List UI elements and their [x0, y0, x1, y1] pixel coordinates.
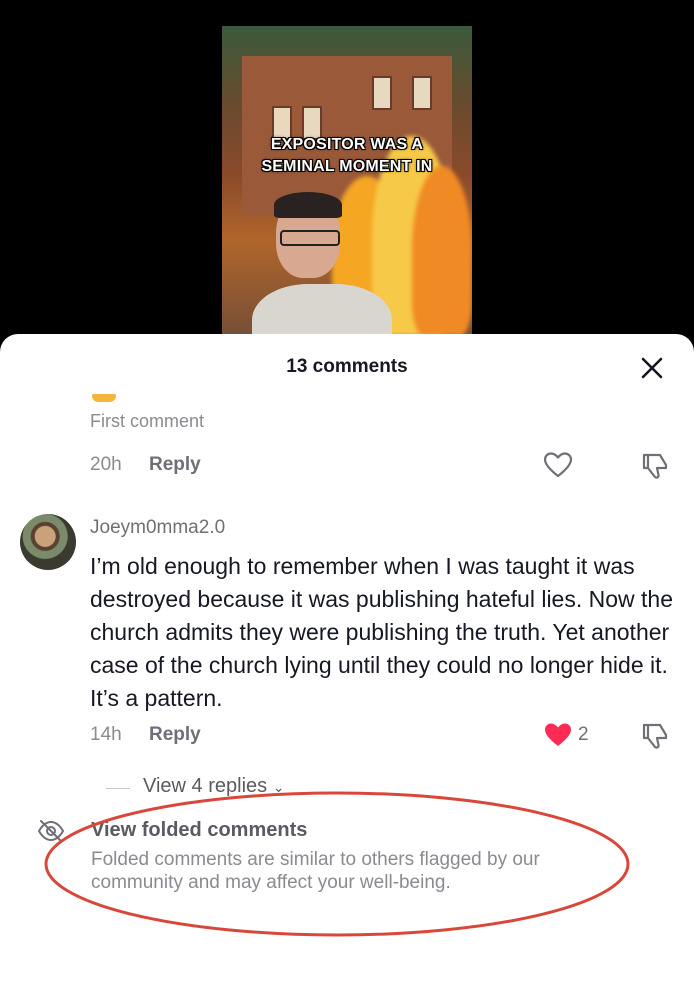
like-count: 2: [578, 724, 589, 745]
avatar[interactable]: [20, 514, 76, 570]
comment-time: 20h: [90, 454, 122, 475]
chevron-down-icon: ⌄: [272, 779, 285, 795]
folded-comments-description: Folded comments are similar to others fl…: [91, 849, 540, 893]
video-preview[interactable]: EXPOSITOR WAS A SEMINAL MOMENT IN: [222, 26, 472, 356]
reply-button[interactable]: Reply: [149, 454, 201, 475]
view-folded-comments-button[interactable]: View folded comments: [91, 819, 307, 842]
comment-text: I’m old enough to remember when I was ta…: [90, 553, 674, 711]
reply-button[interactable]: Reply: [149, 724, 201, 745]
presenter: [252, 192, 392, 356]
caption-line-1: EXPOSITOR WAS A: [270, 136, 424, 153]
dislike-icon[interactable]: [640, 451, 670, 481]
comments-sheet: 13 comments First comment 20h Reply Joey…: [0, 334, 694, 1000]
comment-meta: 20h Reply: [90, 454, 201, 476]
caption-line-2: SEMINAL MOMENT IN: [261, 158, 433, 175]
view-replies-button[interactable]: View 4 replies ⌄: [143, 775, 284, 798]
comment-username[interactable]: Joeym0mma2.0: [90, 517, 225, 539]
replies-divider: [106, 788, 130, 789]
comment-meta: 14h Reply: [90, 724, 201, 746]
video-caption: EXPOSITOR WAS A SEMINAL MOMENT IN: [222, 134, 472, 178]
dislike-icon[interactable]: [640, 721, 670, 751]
close-icon[interactable]: [638, 354, 666, 382]
heart-icon[interactable]: [543, 451, 573, 479]
emoji-icon: [92, 394, 116, 402]
comment-time: 14h: [90, 724, 122, 745]
comment-text: First comment: [90, 411, 205, 431]
eye-slash-icon: [37, 820, 65, 842]
heart-filled-icon[interactable]: [543, 721, 573, 749]
comments-count-title: 13 comments: [286, 356, 408, 377]
view-replies-label: View 4 replies: [143, 775, 268, 797]
